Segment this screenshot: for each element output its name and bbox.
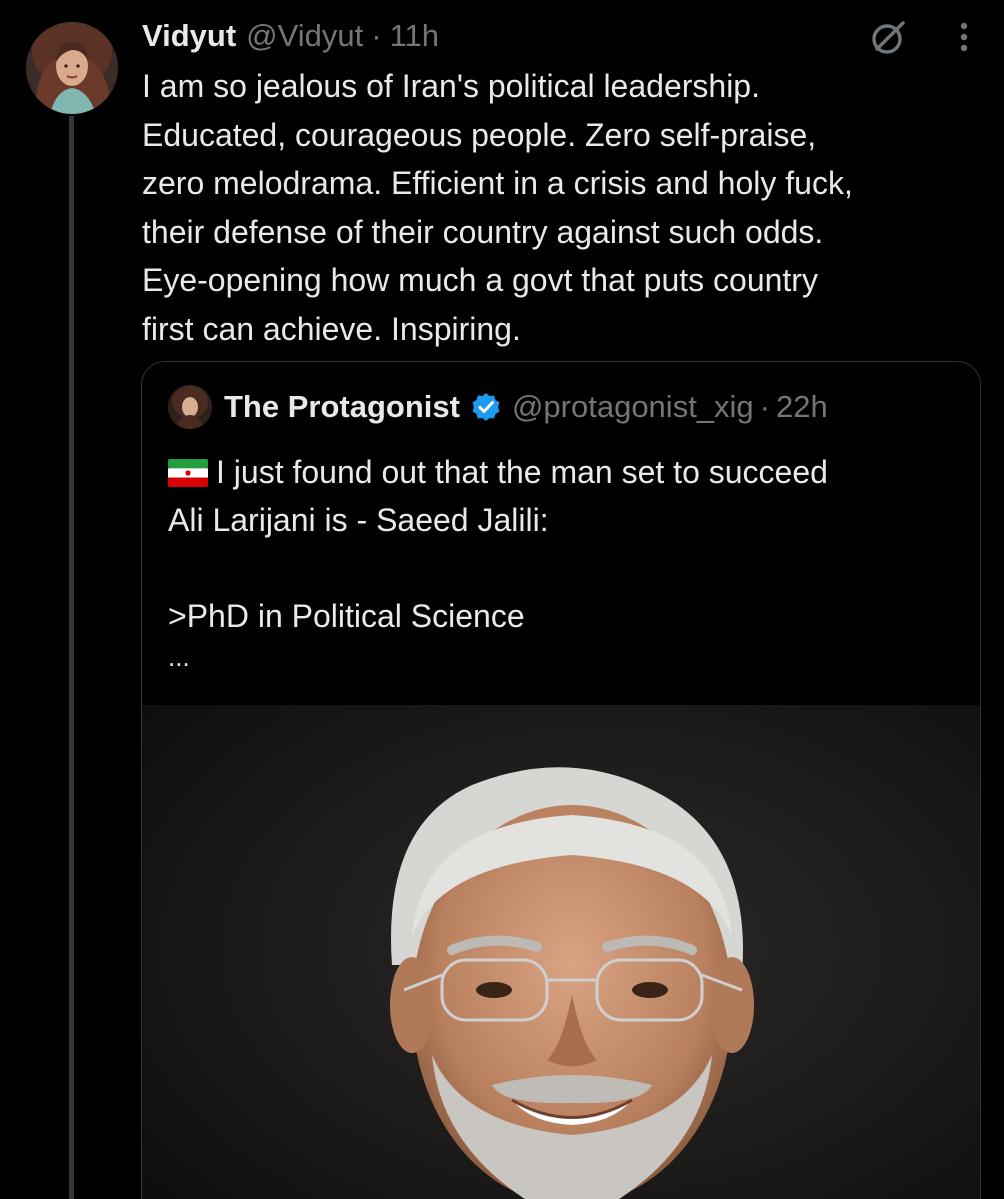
tweet[interactable]: Vidyut @Vidyut · 11h I am so jealous of …: [0, 0, 1004, 1199]
quote-ellipsis: ...: [168, 642, 190, 672]
separator-dot: ·: [371, 18, 382, 53]
quote-avatar[interactable]: [168, 385, 212, 429]
quote-line-text: I just found out that the man set to suc…: [216, 454, 828, 490]
separator-dot: ·: [759, 389, 770, 424]
grok-icon[interactable]: [868, 18, 908, 58]
verified-badge-icon: [470, 391, 502, 423]
quote-line: >PhD in Political Science: [168, 598, 525, 634]
iran-flag-icon: [168, 452, 208, 487]
author-name[interactable]: Vidyut: [142, 18, 236, 54]
quote-text: I just found out that the man set to suc…: [168, 448, 958, 672]
quote-author-handle[interactable]: @protagonist_xig: [512, 389, 754, 425]
quote-timestamp[interactable]: 22h: [776, 389, 828, 425]
quote-header: The Protagonist @protagonist_xig · 22h: [168, 384, 828, 430]
quote-line: Ali Larijani is - Saeed Jalili:: [168, 502, 549, 538]
quoted-tweet-card[interactable]: The Protagonist @protagonist_xig · 22h I…: [141, 361, 981, 1199]
thread-line: [69, 116, 74, 1199]
more-options-icon[interactable]: [944, 16, 984, 58]
quote-line: [168, 544, 958, 592]
quote-media-photo[interactable]: [142, 705, 980, 1199]
tweet-text: I am so jealous of Iran's political lead…: [142, 68, 853, 347]
tweet-timestamp[interactable]: 11h: [390, 18, 439, 54]
avatar[interactable]: [26, 22, 118, 114]
quote-author-name[interactable]: The Protagonist: [224, 389, 460, 425]
quote-line: I just found out that the man set to suc…: [168, 448, 958, 496]
tweet-header: Vidyut @Vidyut · 11h: [142, 14, 439, 58]
author-handle[interactable]: @Vidyut: [246, 18, 363, 54]
